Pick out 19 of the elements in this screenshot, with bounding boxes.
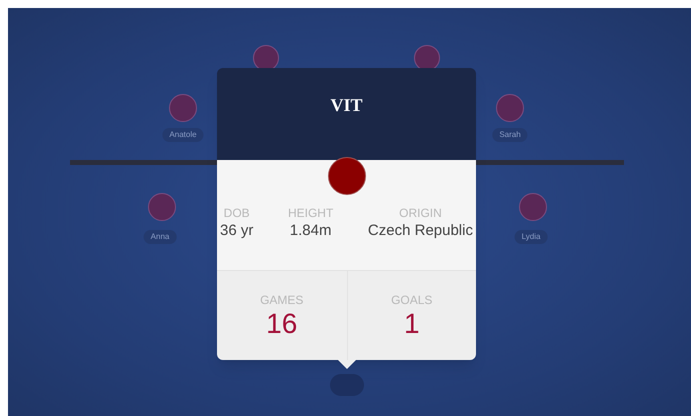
player-node[interactable] <box>148 193 176 221</box>
player-node[interactable] <box>496 94 524 122</box>
player-node[interactable] <box>169 94 197 122</box>
total-value: 16 <box>266 308 298 340</box>
stat-label: ORIGIN <box>399 206 442 221</box>
player-label: Lydia <box>514 230 548 244</box>
stat-label: DOB <box>224 206 250 221</box>
player-node[interactable] <box>519 193 547 221</box>
player-label: Anatole <box>162 128 204 142</box>
stat-label: HEIGHT <box>288 206 334 221</box>
player-label: Anna <box>144 230 176 244</box>
player-node[interactable] <box>330 374 364 396</box>
player-label: Sarah <box>492 128 528 142</box>
player-avatar <box>328 157 366 195</box>
stat-value: Czech Republic <box>368 221 473 240</box>
stat-value: 36 yr <box>220 221 254 240</box>
player-name: VIT <box>330 94 362 114</box>
total-value: 1 <box>404 308 420 340</box>
stat-value: 1.84m <box>290 221 332 240</box>
